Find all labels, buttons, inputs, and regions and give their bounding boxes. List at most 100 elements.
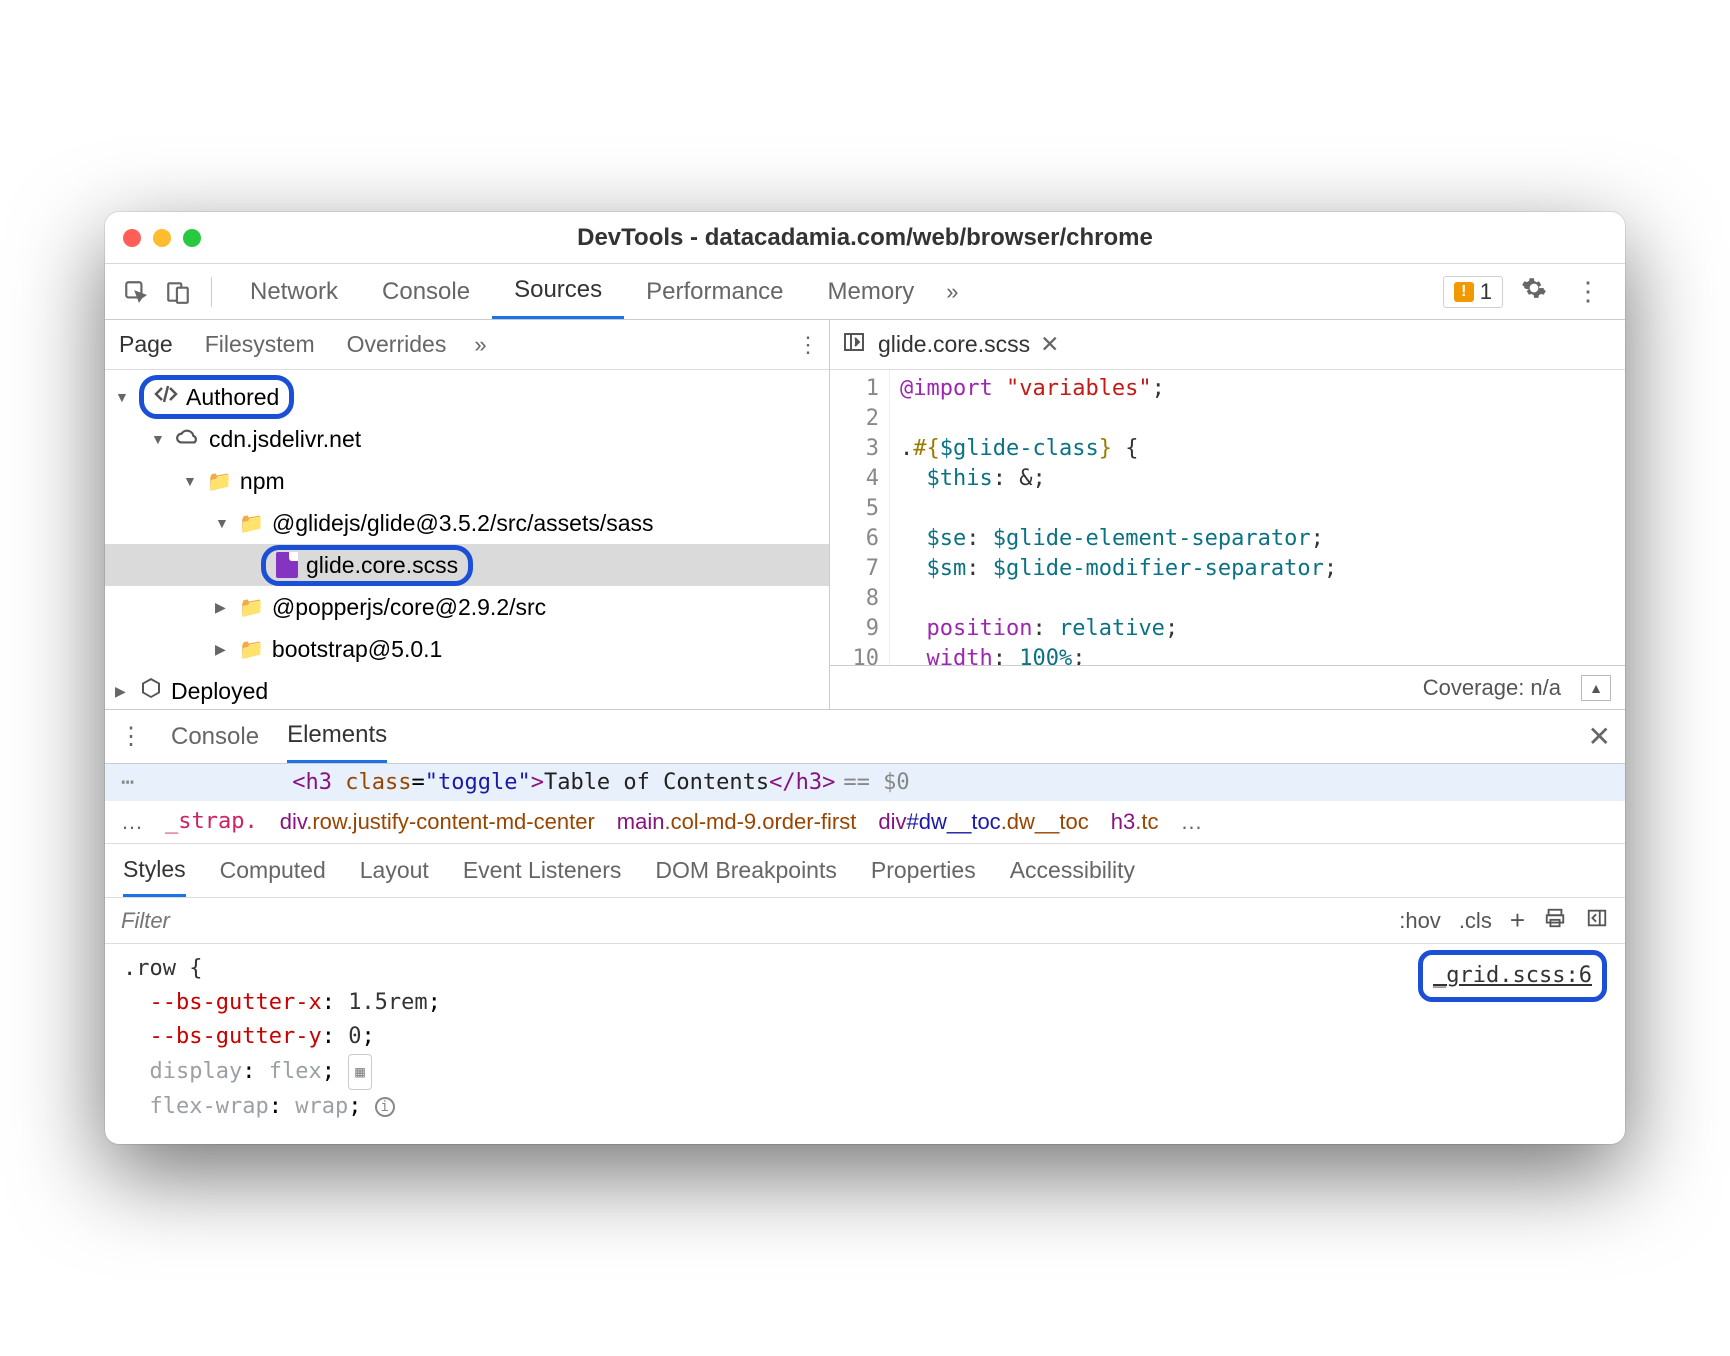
cube-icon (139, 676, 163, 706)
crumb-ell2: … (1180, 809, 1202, 835)
more-tabs-icon[interactable]: » (936, 264, 968, 319)
crumb-3[interactable]: main.col-md-9.order-first (617, 809, 857, 835)
navigator-pane: Page Filesystem Overrides » ⋮ ▼ Authored (105, 320, 830, 709)
device-toggle-icon[interactable] (161, 275, 195, 309)
tree-popper[interactable]: ▶ 📁 @popperjs/core@2.9.2/src (105, 586, 829, 628)
crumb-5[interactable]: h3.tc (1111, 809, 1159, 835)
warning-icon: ! (1454, 282, 1474, 302)
authored-label: Authored (186, 384, 279, 411)
css-rule[interactable]: _grid.scss:6 .row { --bs-gutter-x: 1.5re… (105, 944, 1625, 1144)
tree-glide-folder[interactable]: ▼ 📁 @glidejs/glide@3.5.2/src/assets/sass (105, 502, 829, 544)
glide-file-label: glide.core.scss (306, 552, 458, 579)
popper-label: @popperjs/core@2.9.2/src (272, 594, 546, 621)
issues-badge[interactable]: ! 1 (1443, 276, 1503, 308)
styles-filter-row: :hov .cls + (105, 898, 1625, 944)
prop-3[interactable]: display (150, 1059, 243, 1084)
file-icon (276, 552, 298, 578)
tab-memory[interactable]: Memory (806, 264, 937, 319)
styles-tab-accessibility[interactable]: Accessibility (1010, 857, 1135, 884)
separator (211, 277, 212, 307)
drawer-close-icon[interactable]: ✕ (1588, 720, 1611, 753)
val-3[interactable]: flex (269, 1059, 322, 1084)
editor-status-bar: Coverage: n/a ▲ (830, 665, 1625, 709)
crumb-ell: … (121, 809, 143, 835)
warn-count: 1 (1480, 279, 1492, 305)
val-2[interactable]: 0 (348, 1024, 361, 1049)
tab-sources[interactable]: Sources (492, 264, 624, 319)
dom-html: <h3 class="toggle">Table of Contents</h3… (292, 770, 835, 795)
tree-authored[interactable]: ▼ Authored (105, 376, 829, 418)
editor-tab[interactable]: glide.core.scss ✕ (878, 331, 1059, 358)
drawer-tab-console[interactable]: Console (171, 710, 259, 763)
domain-label: cdn.jsdelivr.net (209, 426, 361, 453)
nav-options-icon[interactable]: ⋮ (797, 332, 819, 358)
nav-more-icon[interactable]: » (474, 332, 486, 358)
styles-tab-dom-breakpoints[interactable]: DOM Breakpoints (655, 857, 837, 884)
collapse-icon[interactable]: ▲ (1581, 675, 1611, 701)
folder-icon: 📁 (239, 511, 264, 536)
prop-1[interactable]: --bs-gutter-x (150, 990, 322, 1015)
info-icon[interactable]: i (375, 1097, 395, 1117)
panel-tabs: Network Console Sources Performance Memo… (228, 264, 968, 319)
inspect-element-icon[interactable] (119, 275, 153, 309)
toggle-sidebar-icon[interactable] (1585, 907, 1609, 935)
drawer-options-icon[interactable]: ⋮ (119, 722, 143, 751)
file-highlight: glide.core.scss (261, 545, 473, 586)
tree-npm[interactable]: ▼ 📁 npm (105, 460, 829, 502)
close-tab-icon[interactable]: ✕ (1040, 331, 1059, 358)
cls-toggle[interactable]: .cls (1459, 908, 1492, 934)
show-navigator-icon[interactable] (842, 330, 866, 360)
styles-tab-properties[interactable]: Properties (871, 857, 976, 884)
tab-console[interactable]: Console (360, 264, 492, 319)
dom-selected-line[interactable]: ⋯ <h3 class="toggle">Table of Contents</… (105, 764, 1625, 801)
nav-tab-filesystem[interactable]: Filesystem (201, 320, 319, 369)
crumb-2[interactable]: div.row.justify-content-md-center (280, 809, 595, 835)
deployed-label: Deployed (171, 678, 268, 705)
print-icon[interactable] (1543, 907, 1567, 935)
tree-glide-file[interactable]: glide.core.scss (105, 544, 829, 586)
editor-pane: glide.core.scss ✕ 1234567891011 @import … (830, 320, 1625, 709)
crumb-4[interactable]: div#dw__toc.dw__toc (878, 809, 1088, 835)
nav-tab-overrides[interactable]: Overrides (343, 320, 451, 369)
folder-icon: 📁 (239, 595, 264, 620)
styles-tabs: Styles Computed Layout Event Listeners D… (105, 844, 1625, 898)
breadcrumbs[interactable]: … _strap. div.row.justify-content-md-cen… (105, 801, 1625, 844)
nav-tab-page[interactable]: Page (115, 320, 177, 369)
prop-4[interactable]: flex-wrap (150, 1094, 269, 1119)
npm-label: npm (240, 468, 285, 495)
drawer-tab-elements[interactable]: Elements (287, 710, 387, 763)
code-editor[interactable]: 1234567891011 @import "variables"; .#{$g… (830, 370, 1625, 665)
navigator-tabs: Page Filesystem Overrides » ⋮ (105, 320, 829, 370)
rule-source-link[interactable]: _grid.scss:6 (1418, 950, 1607, 1002)
drawer-tabs: ⋮ Console Elements ✕ (105, 710, 1625, 764)
val-1[interactable]: 1.5rem (348, 990, 427, 1015)
devtools-window: DevTools - datacadamia.com/web/browser/c… (105, 212, 1625, 1144)
tree-bootstrap[interactable]: ▶ 📁 bootstrap@5.0.1 (105, 628, 829, 670)
tab-performance[interactable]: Performance (624, 264, 805, 319)
hov-toggle[interactable]: :hov (1399, 908, 1441, 934)
rule-selector: .row { (123, 956, 202, 981)
more-options-icon[interactable]: ⋮ (1565, 276, 1611, 307)
folder-icon: 📁 (239, 637, 264, 662)
val-4[interactable]: wrap (295, 1094, 348, 1119)
styles-filter-input[interactable] (105, 908, 1383, 934)
crumb-1[interactable]: _strap. (165, 809, 258, 835)
tree-deployed[interactable]: ▶ Deployed (105, 670, 829, 709)
authored-highlight: Authored (139, 375, 294, 419)
coverage-label: Coverage: n/a (1423, 675, 1561, 701)
new-rule-icon[interactable]: + (1510, 905, 1525, 936)
styles-tab-event-listeners[interactable]: Event Listeners (463, 857, 622, 884)
styles-tab-styles[interactable]: Styles (123, 844, 186, 897)
styles-tools: :hov .cls + (1383, 905, 1625, 936)
styles-tab-layout[interactable]: Layout (360, 857, 429, 884)
prop-2[interactable]: --bs-gutter-y (150, 1024, 322, 1049)
bootstrap-label: bootstrap@5.0.1 (272, 636, 442, 663)
styles-tab-computed[interactable]: Computed (220, 857, 326, 884)
tab-network[interactable]: Network (228, 264, 360, 319)
tree-domain[interactable]: ▼ cdn.jsdelivr.net (105, 418, 829, 460)
editor-tab-name: glide.core.scss (878, 331, 1030, 358)
settings-icon[interactable] (1511, 275, 1557, 308)
cloud-icon (175, 426, 201, 453)
code-content: @import "variables"; .#{$glide-class} { … (890, 370, 1337, 665)
flex-badge-icon[interactable]: ▦ (348, 1054, 372, 1090)
